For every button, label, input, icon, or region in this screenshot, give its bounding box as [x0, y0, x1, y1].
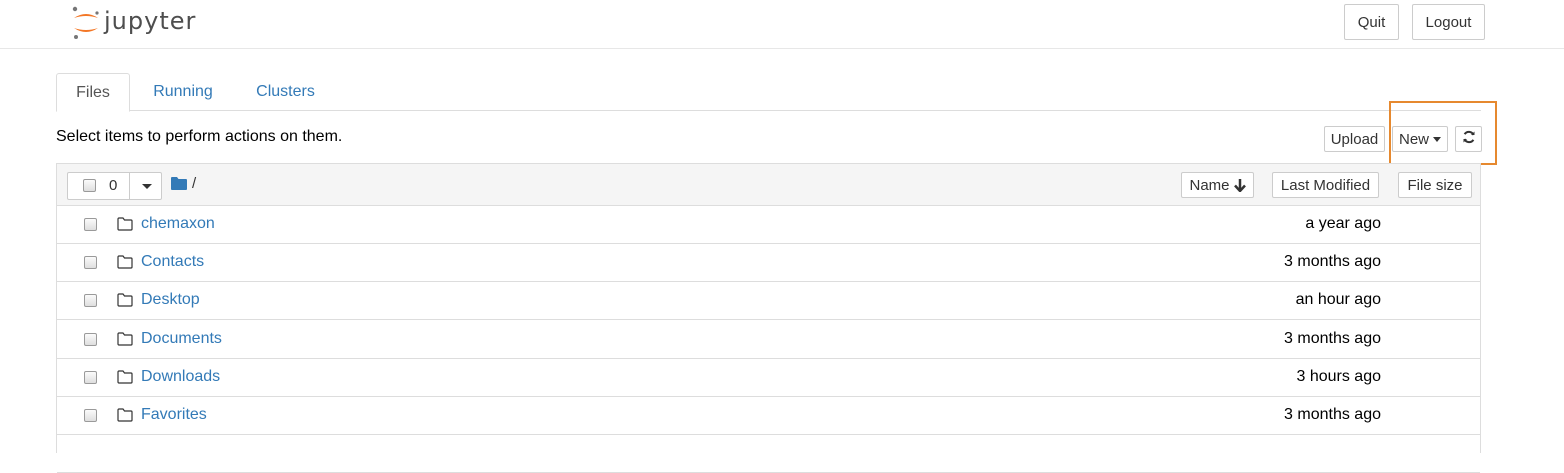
file-list-row[interactable]: Downloads 3 hours ago	[57, 358, 1480, 397]
item-modified-time: a year ago	[1305, 215, 1381, 232]
instructions-text: Select items to perform actions on them.	[56, 128, 343, 145]
refresh-icon	[1462, 130, 1476, 148]
jupyter-logo[interactable]: jupyter	[70, 4, 210, 42]
item-name-link[interactable]: Contacts	[141, 253, 204, 271]
select-all-group: 0	[67, 172, 162, 200]
file-list-row[interactable]: Desktop an hour ago	[57, 282, 1480, 321]
tab-bar: Files Running Clusters	[56, 73, 1481, 112]
file-list-row[interactable]: Contacts 3 months ago	[57, 244, 1480, 283]
folder-icon	[117, 331, 133, 351]
new-dropdown-button[interactable]: New	[1392, 126, 1448, 152]
refresh-button[interactable]	[1455, 126, 1482, 152]
folder-icon	[117, 370, 133, 389]
file-list: 0 / Name Last Modified File size chemaxo…	[56, 163, 1481, 473]
item-name-link[interactable]: Documents	[141, 330, 222, 348]
arrow-down-icon	[1233, 178, 1246, 192]
new-button-label: New	[1398, 130, 1429, 148]
row-checkbox[interactable]	[84, 218, 97, 231]
quit-button[interactable]: Quit	[1344, 4, 1399, 40]
file-list-header: 0 / Name Last Modified File size	[57, 164, 1480, 206]
item-modified-time: 3 months ago	[1284, 253, 1381, 271]
item-modified-time: 3 months ago	[1284, 406, 1381, 423]
item-name-link[interactable]: Desktop	[141, 291, 200, 309]
item-modified-time: 3 months ago	[1284, 329, 1381, 347]
row-checkbox[interactable]	[84, 256, 97, 270]
select-dropdown-icon[interactable]	[142, 184, 152, 189]
tab-running[interactable]: Running	[138, 73, 228, 111]
folder-icon	[117, 408, 133, 427]
logo-text: jupyter	[104, 7, 197, 35]
upload-button[interactable]: Upload	[1324, 126, 1385, 152]
breadcrumb-root[interactable]: /	[192, 175, 196, 192]
item-modified-time: 3 hours ago	[1296, 367, 1381, 385]
header-bar: jupyter Quit Logout	[0, 0, 1564, 49]
tab-clusters[interactable]: Clusters	[239, 73, 332, 111]
sort-name-label: Name	[1189, 176, 1230, 194]
file-list-row[interactable]: chemaxon a year ago	[57, 206, 1480, 244]
caret-down-icon	[1433, 136, 1441, 142]
item-name-link[interactable]: Downloads	[141, 368, 220, 386]
item-modified-time: an hour ago	[1295, 291, 1381, 309]
sort-by-size-button[interactable]: File size	[1398, 172, 1472, 198]
row-checkbox[interactable]	[84, 294, 97, 308]
row-checkbox[interactable]	[84, 370, 97, 384]
item-name-link[interactable]: Favorites	[141, 406, 207, 424]
row-checkbox[interactable]	[84, 409, 97, 422]
folder-icon	[117, 293, 133, 312]
tab-files[interactable]: Files	[56, 73, 130, 112]
file-list-row[interactable]: Documents 3 months ago	[57, 320, 1480, 359]
select-all-checkbox[interactable]	[83, 179, 96, 192]
logout-button[interactable]: Logout	[1412, 4, 1485, 40]
folder-icon	[117, 255, 133, 274]
sort-by-modified-button[interactable]: Last Modified	[1272, 172, 1379, 198]
select-all-control[interactable]: 0	[68, 173, 130, 199]
selected-count: 0	[109, 177, 118, 194]
file-list-row-partial	[57, 435, 1480, 473]
jupyter-logo-icon	[70, 4, 102, 42]
folder-icon	[117, 217, 133, 236]
row-checkbox[interactable]	[84, 332, 97, 346]
item-name-link[interactable]: chemaxon	[141, 215, 215, 233]
folder-icon[interactable]	[171, 177, 187, 195]
sort-by-name-button[interactable]: Name	[1181, 172, 1254, 198]
file-list-row[interactable]: Favorites 3 months ago	[57, 397, 1480, 435]
